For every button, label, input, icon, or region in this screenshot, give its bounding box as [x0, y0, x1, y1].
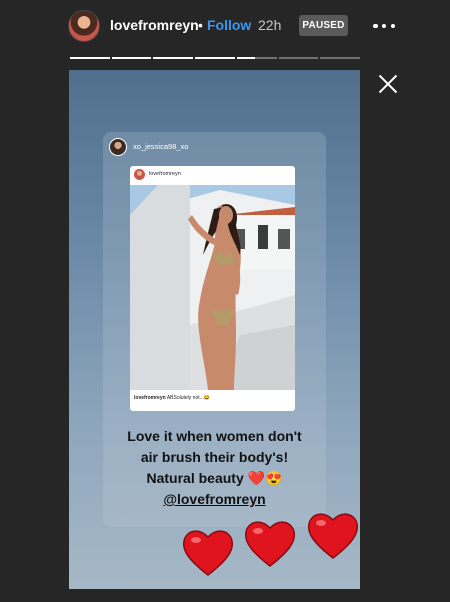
- follow-button[interactable]: Follow: [207, 17, 251, 33]
- timestamp: 22h: [258, 17, 282, 33]
- avatar[interactable]: [68, 10, 100, 42]
- close-icon[interactable]: [378, 74, 398, 94]
- embedded-post-username: lovefromreyn: [149, 171, 181, 177]
- embedded-post[interactable]: lovefromreyn lovefromreyn ABSolutely not…: [130, 166, 295, 411]
- story-text-line: Natural beauty ❤️😍: [146, 470, 283, 486]
- status-badge: PAUSED: [299, 15, 348, 36]
- sharer-username: xo_jessica98_xo: [133, 142, 189, 151]
- heart-icon: [307, 513, 359, 559]
- story-text-line: air brush their body's!: [140, 449, 289, 465]
- sharer-avatar: [109, 138, 127, 156]
- separator-dot: •: [198, 17, 203, 33]
- progress-segment: [278, 57, 319, 59]
- caption-username: lovefromreyn: [134, 395, 166, 401]
- story-progress-bar: [70, 57, 361, 59]
- caption-text: ABSolutely not...😂: [166, 395, 211, 401]
- embedded-post-caption: lovefromreyn ABSolutely not...😂: [134, 395, 210, 401]
- embedded-post-avatar: [134, 169, 145, 180]
- post-photo-illustration: [130, 185, 295, 390]
- heart-icon: [182, 530, 234, 576]
- heart-icon: [244, 521, 296, 567]
- progress-segment: [111, 57, 152, 59]
- post-photo: [130, 185, 295, 390]
- username[interactable]: lovefromreyn: [110, 17, 199, 33]
- embedded-post-header: lovefromreyn: [130, 166, 295, 184]
- story-text-overlay: Love it when women don't air brush their…: [103, 426, 326, 510]
- story-viewer[interactable]: xo_jessica98_xo lovefromreyn lovefromrey…: [69, 70, 360, 589]
- story-header: lovefromreyn • Follow 22h PAUSED: [0, 0, 450, 52]
- more-options-icon[interactable]: [373, 16, 395, 36]
- progress-segment: [70, 57, 110, 59]
- story-text-line: Love it when women don't: [127, 428, 302, 444]
- progress-segment: [153, 57, 194, 59]
- progress-segment: [195, 57, 235, 59]
- mention-link[interactable]: @lovefromreyn: [103, 489, 326, 510]
- progress-segment-current: [236, 57, 277, 59]
- progress-segment: [320, 57, 361, 59]
